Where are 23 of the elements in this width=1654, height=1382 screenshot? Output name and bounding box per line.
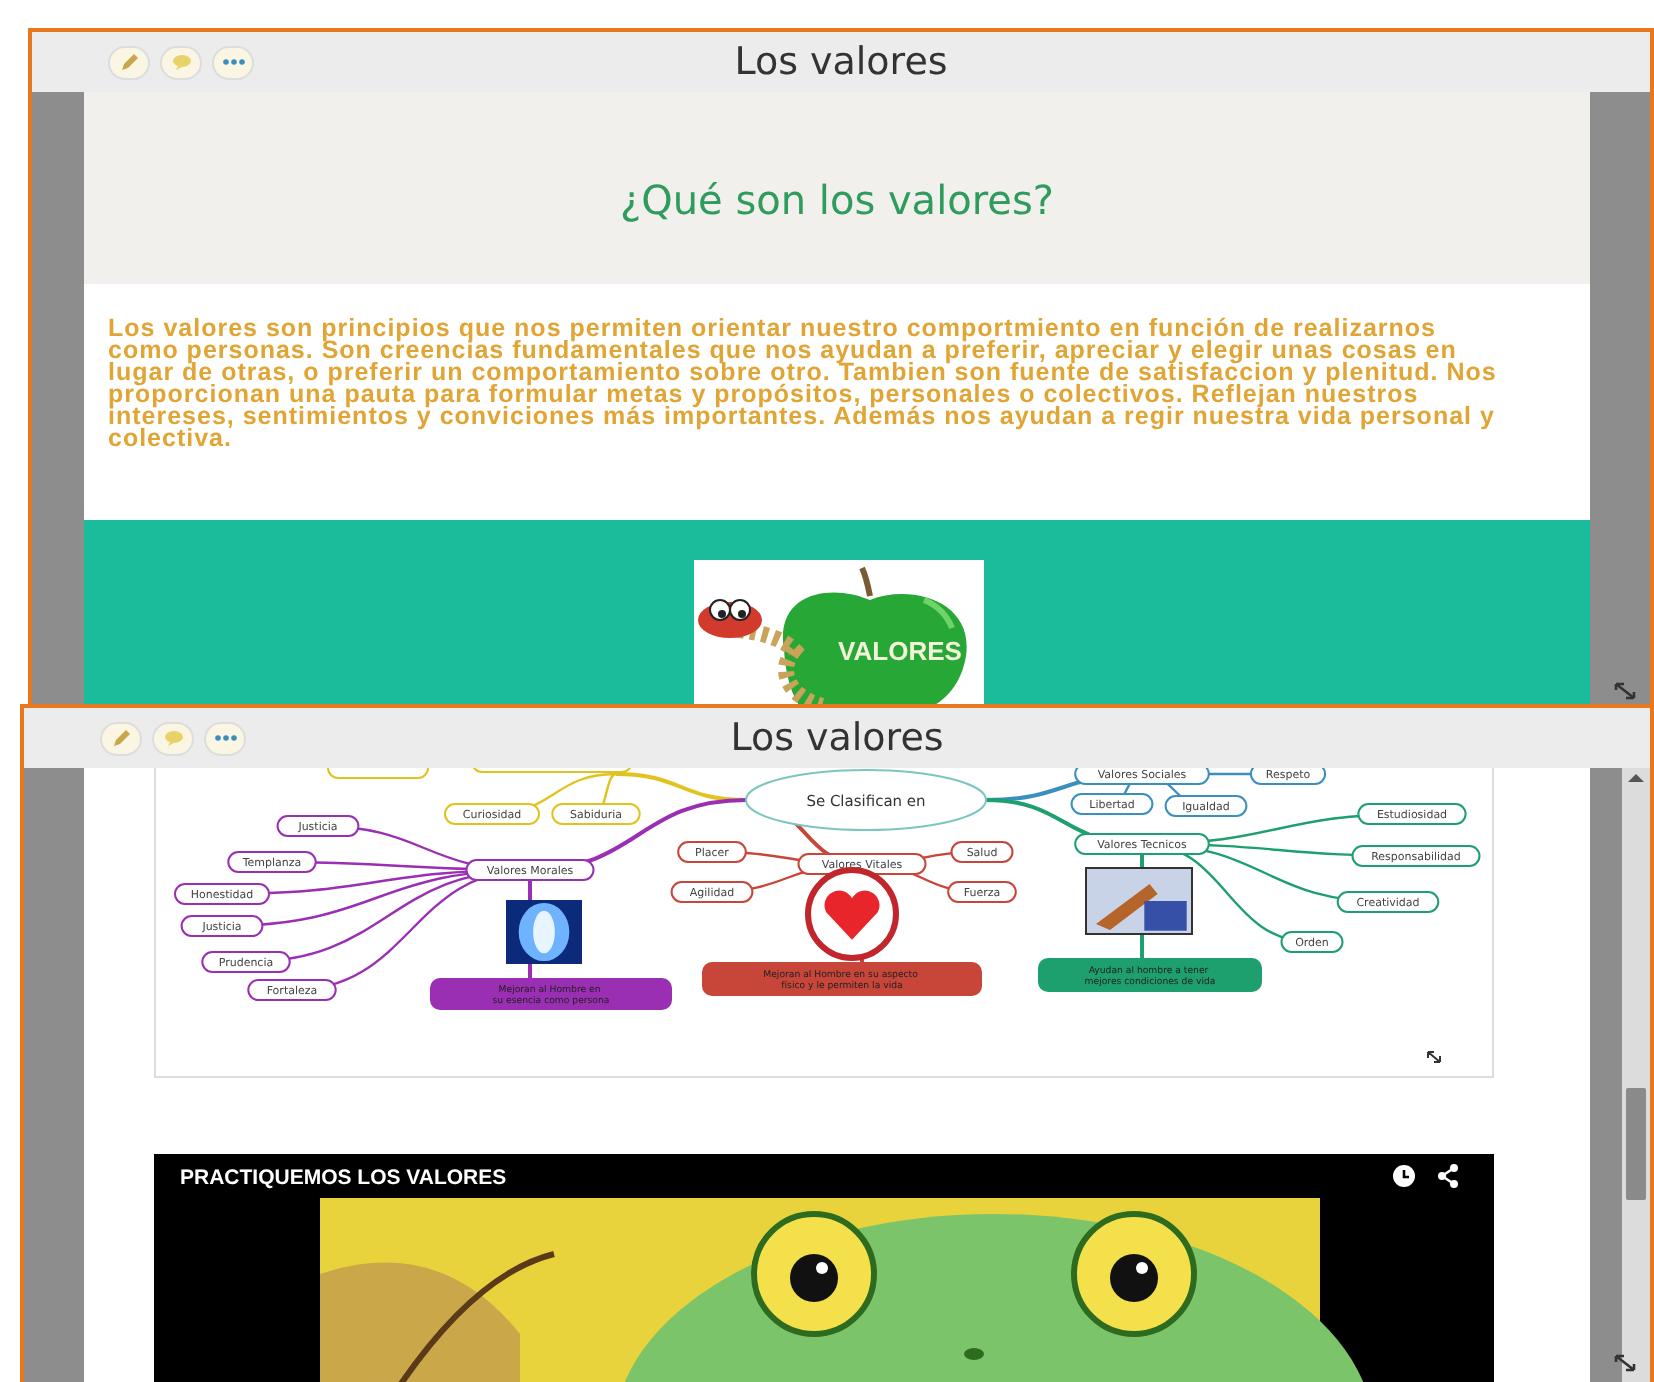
more-icon <box>221 58 245 66</box>
more-icon <box>213 734 237 742</box>
resize-icon[interactable] <box>1614 1354 1638 1374</box>
section-heading: ¿Qué son los valores? <box>620 176 1054 224</box>
window-title: Los valores <box>734 40 948 84</box>
intro-paragraph: Los valores son principios que nos permiten orientar nuestro comportmiento en función de realizarnos como personas. Son creencias fundamentales que nos ayudan a preferir, apreciar y elegir unas cosas en lugar de otras, o preferir un comportamiento sobre otro. Tambien son fuente de satisfaccion y plenitud. Nos proporcionan una pauta para formular metas y propósitos, personales o colectivos. Reflejan nuestros intereses, sentimientos y conviciones más importantes. Además nos ayudan a regir nuestra vida personal y colectiva. <box>108 318 1499 450</box>
clock-icon[interactable] <box>1392 1164 1416 1188</box>
speech-bubble-icon <box>163 730 183 746</box>
resize-icon[interactable] <box>1614 682 1638 702</box>
more-button[interactable] <box>212 45 254 79</box>
logo-text: VALORES <box>838 636 962 666</box>
video-player[interactable]: PRACTIQUEMOS LOS VALORES <box>154 1154 1494 1382</box>
video-title: PRACTIQUEMOS LOS VALORES <box>180 1166 507 1190</box>
edit-button[interactable] <box>108 45 150 79</box>
share-icon[interactable] <box>1436 1164 1460 1188</box>
speech-bubble-icon <box>171 54 191 70</box>
expand-icon[interactable] <box>1427 1051 1441 1063</box>
pencil-icon <box>111 728 131 748</box>
scrollbar[interactable] <box>1622 768 1650 1382</box>
pencil-icon <box>119 52 139 72</box>
edit-button[interactable] <box>100 721 142 755</box>
more-button[interactable] <box>204 721 246 755</box>
window-title: Los valores <box>730 716 944 760</box>
